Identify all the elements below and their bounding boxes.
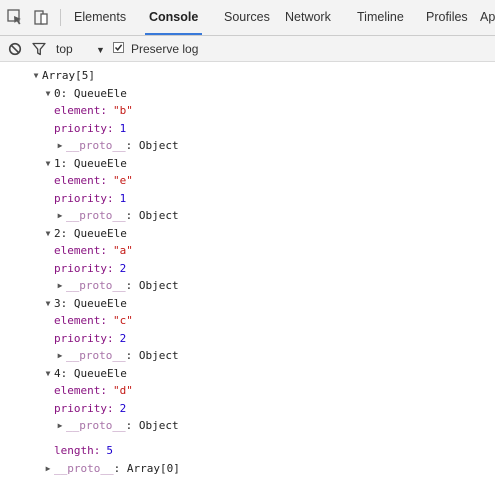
tab-timeline[interactable]: Timeline [357, 9, 404, 26]
element-property-row: element: "d" [54, 382, 133, 400]
queue-item-node[interactable]: ▼ 1: QueueEle [44, 155, 127, 173]
priority-property-row: priority: 2 [54, 260, 126, 278]
toolbar-divider [60, 9, 61, 26]
priority-property-row: priority: 1 [54, 120, 126, 138]
tab-network[interactable]: Network [285, 9, 331, 26]
collapsed-triangle-icon: ▶ [57, 141, 63, 150]
tab-profiles[interactable]: Profiles [426, 9, 468, 26]
element-property-row: element: "e" [54, 172, 133, 190]
element-value: "c" [112, 314, 133, 327]
collapsed-triangle-icon: ▶ [57, 211, 63, 220]
element-value: "b" [112, 104, 133, 117]
priority-key: priority: [54, 401, 114, 415]
expanded-triangle-icon: ▼ [45, 158, 51, 168]
element-key: element: [54, 174, 107, 187]
inspect-element-icon[interactable] [6, 8, 24, 26]
queue-item-label: 3: QueueEle [54, 296, 127, 310]
proto-value: : Object [125, 349, 179, 362]
queue-item-node[interactable]: ▼ 2: QueueEle [44, 225, 127, 243]
device-mode-icon[interactable] [32, 8, 50, 26]
proto-row[interactable]: ▶ __proto__: Object [56, 417, 179, 435]
console-filter-bar: top ▼ Preserve log [0, 36, 495, 62]
length-row: length: 5 [54, 442, 113, 460]
element-property-row: element: "b" [54, 102, 133, 120]
proto-key: __proto__ [66, 279, 126, 292]
element-property-row: element: "a" [54, 242, 133, 260]
chevron-down-icon[interactable]: ▼ [96, 42, 105, 58]
proto-row[interactable]: ▶ __proto__: Object [56, 207, 179, 225]
priority-key: priority: [54, 261, 114, 275]
element-value: "a" [112, 244, 133, 257]
collapsed-triangle-icon: ▶ [57, 351, 63, 360]
priority-value: 2 [119, 261, 127, 275]
tab-console[interactable]: Console [144, 9, 203, 35]
priority-key: priority: [54, 331, 114, 345]
priority-value: 1 [119, 121, 127, 135]
queue-item-node[interactable]: ▼ 3: QueueEle [44, 295, 127, 313]
priority-value: 1 [119, 191, 127, 205]
priority-value: 2 [119, 401, 127, 415]
array-proto-row[interactable]: ▶ __proto__ : Array[0] [44, 460, 180, 478]
priority-value: 2 [119, 331, 127, 345]
element-key: element: [54, 314, 107, 327]
tab-sources[interactable]: Sources [224, 9, 270, 26]
array-proto-value: : Array[0] [113, 461, 180, 475]
array-node[interactable]: ▼ Array[5] [32, 67, 95, 85]
element-value: "e" [112, 174, 133, 187]
queue-item-label: 4: QueueEle [54, 366, 127, 380]
array-label: Array[5] [42, 69, 95, 82]
priority-property-row: priority: 2 [54, 330, 126, 348]
proto-value: : Object [125, 279, 179, 292]
priority-property-row: priority: 1 [54, 190, 126, 208]
context-selector[interactable]: top [56, 41, 73, 57]
proto-value: : Object [125, 139, 179, 152]
priority-key: priority: [54, 191, 114, 205]
proto-value: : Object [125, 209, 179, 222]
collapsed-triangle-icon: ▶ [45, 463, 51, 473]
tab-elements[interactable]: Elements [74, 9, 126, 26]
proto-row[interactable]: ▶ __proto__: Object [56, 137, 179, 155]
priority-property-row: priority: 2 [54, 400, 126, 418]
filter-icon[interactable] [32, 41, 46, 60]
element-key: element: [54, 244, 107, 257]
element-key: element: [54, 384, 107, 397]
collapsed-triangle-icon: ▶ [57, 421, 63, 430]
context-selector-value: top [56, 42, 73, 56]
clear-console-icon[interactable] [8, 41, 22, 60]
proto-key: __proto__ [66, 349, 126, 362]
proto-key: __proto__ [66, 139, 126, 152]
element-key: element: [54, 104, 107, 117]
length-value: 5 [106, 444, 113, 457]
proto-value: : Object [125, 419, 179, 432]
proto-row[interactable]: ▶ __proto__: Object [56, 347, 179, 365]
expanded-triangle-icon: ▼ [45, 228, 51, 238]
element-property-row: element: "c" [54, 312, 133, 330]
queue-item-label: 0: QueueEle [54, 86, 127, 100]
devtools-tab-bar: Elements Console Sources Network Timelin… [0, 0, 495, 36]
proto-row[interactable]: ▶ __proto__: Object [56, 277, 179, 295]
proto-key: __proto__ [66, 419, 126, 432]
preserve-log-label: Preserve log [131, 42, 199, 56]
preserve-log-checkbox[interactable] [113, 42, 124, 53]
tab-application-truncated[interactable]: Ap [480, 9, 495, 26]
expanded-triangle-icon: ▼ [45, 88, 51, 98]
expanded-triangle-icon: ▼ [45, 298, 51, 308]
checkmark-icon [114, 44, 123, 51]
length-key: length: [54, 444, 101, 457]
array-proto-key: __proto__ [54, 461, 114, 475]
queue-item-label: 2: QueueEle [54, 226, 127, 240]
queue-item-node[interactable]: ▼ 0: QueueEle [44, 85, 127, 103]
proto-key: __proto__ [66, 209, 126, 222]
priority-key: priority: [54, 121, 114, 135]
collapsed-triangle-icon: ▶ [57, 281, 63, 290]
console-output: ▼ Array[5] ▼ 0: QueueEle element: "b" priori… [0, 62, 495, 484]
expanded-triangle-icon: ▼ [45, 368, 51, 378]
queue-item-node[interactable]: ▼ 4: QueueEle [44, 365, 127, 383]
element-value: "d" [112, 384, 133, 397]
expanded-triangle-icon: ▼ [33, 71, 39, 80]
queue-item-label: 1: QueueEle [54, 156, 127, 170]
